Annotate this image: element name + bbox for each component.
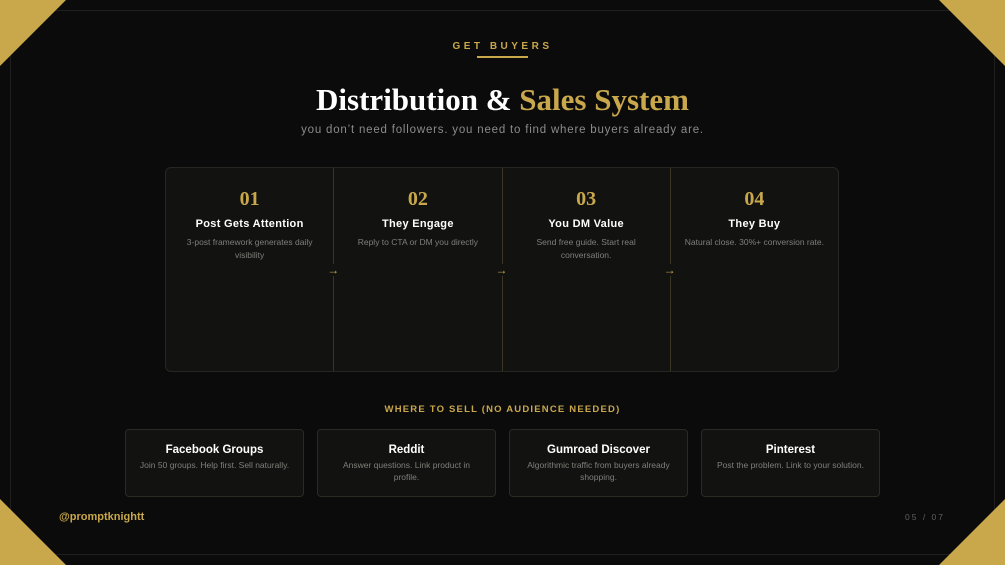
sales-channels: Facebook Groups Join 50 groups. Help fir… <box>125 429 880 497</box>
channel-card-reddit: Reddit Answer questions. Link product in… <box>317 429 496 497</box>
channel-name: Facebook Groups <box>165 444 264 456</box>
channel-description: Answer questions. Link product in profil… <box>342 460 471 482</box>
step-description: Send free guide. Start real conversation… <box>536 237 636 260</box>
channel-card-facebook-groups: Facebook Groups Join 50 groups. Help fir… <box>125 429 304 497</box>
corner-decoration-bottom-left <box>0 499 66 565</box>
step-card: 04 They Buy Natural close. 30%+ conversi… <box>671 168 838 371</box>
step-number: 04 <box>744 188 765 210</box>
channel-card-pinterest: Pinterest Post the problem. Link to your… <box>701 429 880 497</box>
corner-decoration-top-right <box>939 0 1005 66</box>
step-title: They Buy <box>728 218 781 230</box>
step-title: You DM Value <box>548 218 624 230</box>
process-steps: 01 Post Gets Attention 3-post framework … <box>165 167 839 372</box>
channel-name: Gumroad Discover <box>547 444 650 456</box>
author-handle: @promptknightt <box>59 511 145 523</box>
step-description: Natural close. 30%+ conversion rate. <box>684 237 824 247</box>
eyebrow-underline <box>477 56 528 58</box>
step-description: Reply to CTA or DM you directly <box>357 237 479 247</box>
step-description: 3-post framework generates daily visibil… <box>186 237 313 260</box>
step-number: 03 <box>576 188 597 210</box>
title-accent: Sales System <box>519 82 689 117</box>
channel-description: Algorithmic traffic from buyers already … <box>527 460 670 482</box>
channel-description: Post the problem. Link to your solution. <box>717 460 864 470</box>
channel-name: Reddit <box>388 444 425 456</box>
step-number: 01 <box>239 188 260 210</box>
step-number: 02 <box>407 188 428 210</box>
step-card: 03 You DM Value Send free guide. Start r… <box>503 168 677 371</box>
where-to-sell-heading: WHERE TO SELL (NO AUDIENCE NEEDED) <box>384 404 621 415</box>
step-title: Post Gets Attention <box>195 218 304 230</box>
channel-card-gumroad-discover: Gumroad Discover Algorithmic traffic fro… <box>509 429 688 497</box>
corner-decoration-bottom-right <box>939 499 1005 565</box>
eyebrow-label: GET BUYERS <box>452 41 553 52</box>
step-card: 01 Post Gets Attention 3-post framework … <box>166 168 341 371</box>
corner-decoration-top-left <box>0 0 66 66</box>
title-main: Distribution & <box>316 82 520 117</box>
step-title: They Engage <box>381 218 454 230</box>
page-subtitle: you don’t need followers. you need to fi… <box>301 124 704 136</box>
page-title: Distribution & Sales System <box>0 82 1005 118</box>
page-number: 05 / 07 <box>905 512 945 522</box>
channel-description: Join 50 groups. Help first. Sell natural… <box>139 460 290 470</box>
channel-name: Pinterest <box>765 444 816 456</box>
step-card: 02 They Engage Reply to CTA or DM you di… <box>334 168 509 371</box>
